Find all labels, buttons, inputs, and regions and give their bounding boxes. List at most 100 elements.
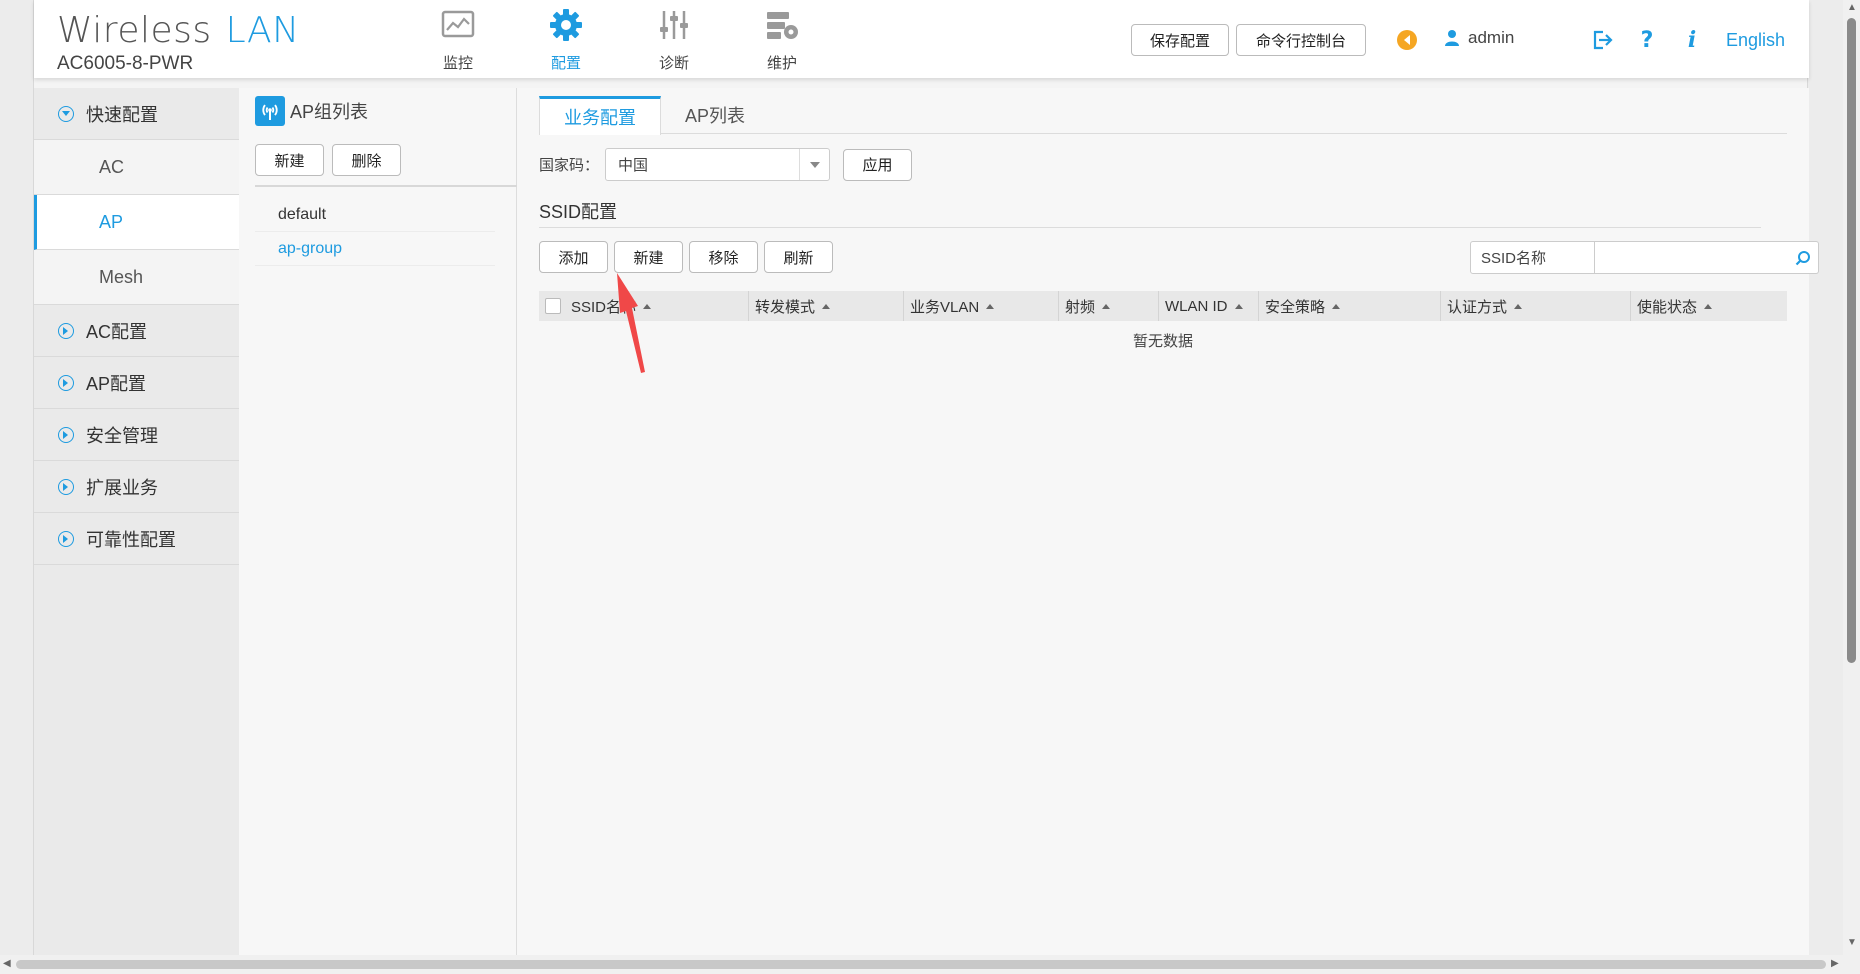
column-enable-status[interactable]: 使能状态 bbox=[1631, 291, 1787, 321]
browser-window: Wireless LAN AC6005-8-PWR 监控 配置 诊断 维护 保存… bbox=[0, 0, 1860, 974]
add-button[interactable]: 添加 bbox=[539, 241, 608, 273]
sidebar-item-ap-config[interactable]: AP配置 bbox=[34, 357, 239, 409]
sort-asc-icon bbox=[1514, 303, 1523, 309]
remove-button[interactable]: 移除 bbox=[689, 241, 758, 273]
sidebar-item-label: 快速配置 bbox=[86, 104, 158, 125]
apply-button[interactable]: 应用 bbox=[843, 148, 912, 181]
search-field-select[interactable]: SSID名称 bbox=[1470, 241, 1595, 274]
ap-group-list: default ap-group bbox=[255, 198, 495, 266]
country-code-value: 中国 bbox=[618, 157, 649, 174]
nav-diagnose[interactable]: 诊断 bbox=[620, 6, 728, 73]
monitor-icon bbox=[404, 6, 512, 44]
scrollbar-thumb[interactable] bbox=[16, 960, 1826, 969]
nav-maintain[interactable]: 维护 bbox=[728, 6, 836, 73]
refresh-button[interactable]: 刷新 bbox=[764, 241, 833, 273]
scroll-right-icon[interactable]: ▶ bbox=[1831, 958, 1839, 969]
search-icon[interactable] bbox=[1791, 246, 1815, 270]
brand: Wireless LAN AC6005-8-PWR bbox=[57, 10, 300, 75]
scroll-left-icon[interactable]: ◀ bbox=[3, 958, 11, 969]
column-wlan-id[interactable]: WLAN ID bbox=[1159, 291, 1259, 321]
column-radio[interactable]: 射频 bbox=[1059, 291, 1159, 321]
nav-monitor[interactable]: 监控 bbox=[404, 6, 512, 73]
ssid-toolbar: 添加 新建 移除 刷新 bbox=[539, 241, 833, 273]
help-icon[interactable]: ? bbox=[1635, 28, 1659, 53]
table-header: SSID名称 转发模式 业务VLAN 射频 WLAN ID 安全策略 认证方式 … bbox=[539, 291, 1787, 321]
tab-ap-list[interactable]: AP列表 bbox=[661, 96, 769, 134]
column-security-policy[interactable]: 安全策略 bbox=[1259, 291, 1441, 321]
save-config-button[interactable]: 保存配置 bbox=[1131, 24, 1229, 56]
app-container: Wireless LAN AC6005-8-PWR 监控 配置 诊断 维护 保存… bbox=[33, 0, 1819, 955]
horizontal-scrollbar[interactable]: ◀ ▶ bbox=[0, 955, 1843, 974]
column-service-vlan[interactable]: 业务VLAN bbox=[904, 291, 1059, 321]
search-input[interactable] bbox=[1595, 241, 1819, 274]
tab-service-config[interactable]: 业务配置 bbox=[539, 96, 661, 135]
vertical-scrollbar[interactable]: ▲ ▼ bbox=[1843, 0, 1860, 974]
chevron-right-icon bbox=[58, 530, 74, 547]
ap-group-header: AP组列表 bbox=[255, 96, 368, 126]
sidebar-item-label: 可靠性配置 bbox=[86, 529, 176, 550]
nav-config-label: 配置 bbox=[550, 55, 581, 72]
sidebar-item-ac-config[interactable]: AC配置 bbox=[34, 305, 239, 357]
brand-title-text: Wireless bbox=[57, 10, 212, 51]
sort-asc-icon bbox=[1704, 303, 1713, 309]
scroll-up-icon[interactable]: ▲ bbox=[1847, 2, 1857, 13]
chevron-right-icon bbox=[58, 478, 74, 495]
sort-asc-icon bbox=[1234, 303, 1243, 309]
ap-group-toolbar: 新建 删除 bbox=[255, 144, 401, 176]
country-code-label: 国家码： bbox=[539, 157, 600, 174]
scroll-down-icon[interactable]: ▼ bbox=[1847, 937, 1857, 948]
sidebar-item-security[interactable]: 安全管理 bbox=[34, 409, 239, 461]
chevron-down-icon bbox=[58, 105, 74, 122]
scrollbar-thumb[interactable] bbox=[1847, 18, 1856, 663]
new-group-button[interactable]: 新建 bbox=[255, 144, 324, 176]
ssid-table: SSID名称 转发模式 业务VLAN 射频 WLAN ID 安全策略 认证方式 … bbox=[539, 291, 1787, 351]
column-label: 射频 bbox=[1065, 298, 1096, 316]
country-code-select[interactable]: 中国 bbox=[605, 148, 830, 181]
column-label: 业务VLAN bbox=[910, 298, 980, 316]
sidebar-item-label: 安全管理 bbox=[86, 425, 158, 446]
sidebar-subitem-ac[interactable]: AC bbox=[34, 140, 239, 195]
top-nav: 监控 配置 诊断 维护 bbox=[404, 6, 836, 73]
sort-asc-icon bbox=[1102, 303, 1111, 309]
list-item[interactable]: ap-group bbox=[255, 232, 495, 266]
list-item[interactable]: default bbox=[255, 198, 495, 232]
sidebar-subitem-mesh[interactable]: Mesh bbox=[34, 250, 239, 305]
divider bbox=[255, 185, 517, 187]
user-menu[interactable]: admin bbox=[1444, 28, 1514, 48]
nav-config[interactable]: 配置 bbox=[512, 6, 620, 73]
sidebar-item-reliability[interactable]: 可靠性配置 bbox=[34, 513, 239, 565]
top-header: Wireless LAN AC6005-8-PWR 监控 配置 诊断 维护 保存… bbox=[34, 0, 1809, 78]
column-label: 使能状态 bbox=[1637, 298, 1698, 316]
column-label: WLAN ID bbox=[1165, 297, 1228, 315]
column-auth-method[interactable]: 认证方式 bbox=[1441, 291, 1631, 321]
nav-monitor-label: 监控 bbox=[442, 55, 473, 72]
column-forward-mode[interactable]: 转发模式 bbox=[749, 291, 904, 321]
sidebar-item-extended-services[interactable]: 扩展业务 bbox=[34, 461, 239, 513]
sort-asc-icon bbox=[986, 303, 995, 309]
chevron-down-icon bbox=[799, 149, 829, 180]
sidebar-subitem-ap[interactable]: AP bbox=[34, 195, 239, 250]
info-icon[interactable]: i bbox=[1680, 27, 1704, 53]
column-label: 认证方式 bbox=[1447, 298, 1508, 316]
delete-group-button[interactable]: 删除 bbox=[332, 144, 401, 176]
sort-asc-icon bbox=[822, 303, 831, 309]
sidebar-item-label: 扩展业务 bbox=[86, 477, 158, 498]
chevron-right-icon bbox=[58, 426, 74, 443]
notification-icon[interactable] bbox=[1395, 28, 1419, 52]
new-button[interactable]: 新建 bbox=[614, 241, 683, 273]
nav-diagnose-label: 诊断 bbox=[658, 55, 689, 72]
column-label: 安全策略 bbox=[1265, 298, 1326, 316]
gear-icon bbox=[512, 6, 620, 44]
brand-title-accent: LAN bbox=[225, 10, 300, 51]
select-all-checkbox[interactable] bbox=[545, 298, 561, 314]
ssid-search: SSID名称 bbox=[1470, 241, 1819, 274]
sidebar-item-quick-config[interactable]: 快速配置 bbox=[34, 88, 239, 140]
ap-group-panel: AP组列表 新建 删除 default ap-group bbox=[239, 88, 517, 955]
language-switch[interactable]: English bbox=[1726, 30, 1785, 51]
column-label: 转发模式 bbox=[755, 298, 816, 316]
user-icon bbox=[1444, 29, 1460, 47]
maintenance-icon bbox=[728, 6, 836, 44]
sidebar-item-label: AP配置 bbox=[86, 373, 147, 394]
cli-console-button[interactable]: 命令行控制台 bbox=[1236, 24, 1366, 56]
logout-icon[interactable] bbox=[1590, 28, 1614, 52]
